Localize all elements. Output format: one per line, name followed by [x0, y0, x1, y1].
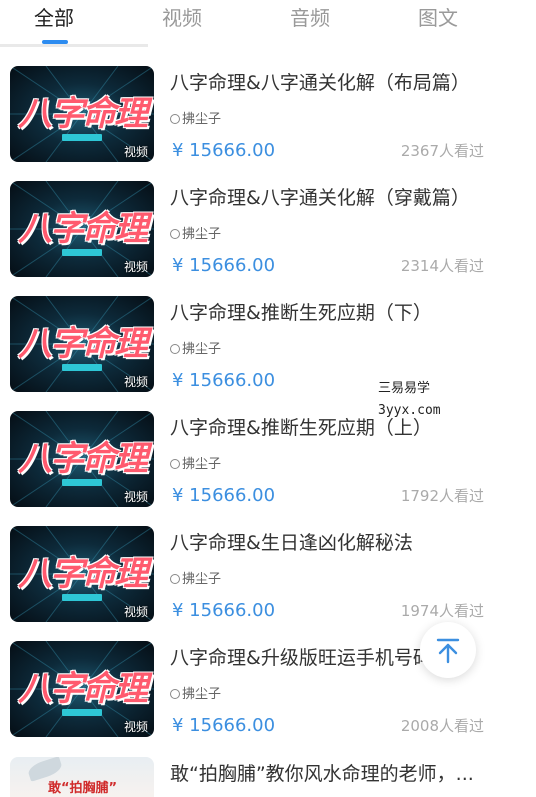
list-item[interactable]: 八字命理 视频 八字命理&八字通关化解（穿戴篇） 拂尘子 ¥ 15666.00 …: [0, 181, 536, 296]
thumbnail-subtitle-bar: [62, 364, 102, 371]
person-icon: [170, 229, 180, 239]
view-count: 2314人看过: [400, 257, 484, 275]
author: 拂尘子: [170, 568, 221, 587]
arrow-up-to-line-icon: [436, 638, 460, 664]
author-name: 拂尘子: [182, 342, 222, 357]
person-icon: [170, 459, 180, 469]
thumbnail-subtitle-bar: [62, 479, 102, 486]
thumbnail-title: 八字命理: [18, 554, 148, 594]
thumbnail-title: 敢“拍胸脯”: [48, 781, 118, 796]
tab-video[interactable]: 视频: [162, 2, 202, 31]
thumbnail-title: 八字命理: [18, 209, 148, 249]
course-thumbnail[interactable]: 八字命理 视频: [10, 66, 154, 162]
video-badge: 视频: [123, 605, 148, 619]
course-thumbnail[interactable]: 八字命理 视频: [10, 641, 154, 737]
author-name: 拂尘子: [182, 227, 222, 242]
course-thumbnail[interactable]: 八字命理 视频: [10, 411, 154, 507]
course-title[interactable]: 八字命理&八字通关化解（穿戴篇）: [170, 183, 470, 210]
tab-article[interactable]: 图文: [418, 2, 458, 31]
tab-bar: 全部 视频 音频 图文: [0, 0, 536, 46]
course-thumbnail[interactable]: 八字命理 视频: [10, 181, 154, 277]
author-name: 拂尘子: [182, 687, 222, 702]
view-count: 2367人看过: [400, 142, 484, 160]
video-badge: 视频: [123, 260, 148, 274]
tab-audio[interactable]: 音频: [290, 2, 330, 31]
author: 拂尘子: [170, 683, 221, 702]
watermark-line1: 三易易学: [378, 381, 431, 396]
thumbnail-subtitle-bar: [62, 134, 102, 141]
list-item[interactable]: 八字命理 视频 八字命理&推断生死应期（下） 拂尘子 ¥ 15666.00: [0, 296, 536, 411]
list-item[interactable]: 敢“拍胸脯” 敢“拍胸脯”教你风水命理的老师，...: [0, 757, 536, 797]
watermark-line2: 3yyx.com: [378, 403, 441, 418]
view-count: 1792人看过: [400, 487, 484, 505]
price: ¥ 15666.00: [172, 600, 276, 621]
price: ¥ 15666.00: [172, 370, 276, 391]
video-badge: 视频: [123, 490, 148, 504]
thumbnail-title: 八字命理: [18, 94, 148, 134]
list-item[interactable]: 八字命理 视频 八字命理&推断生死应期（上） 拂尘子 ¥ 15666.00 17…: [0, 411, 536, 526]
video-badge: 视频: [123, 720, 148, 734]
course-title[interactable]: 八字命理&升级版旺运手机号码: [170, 643, 432, 670]
author-name: 拂尘子: [182, 112, 222, 127]
person-icon: [170, 689, 180, 699]
thumbnail-title: 八字命理: [18, 324, 148, 364]
course-title[interactable]: 敢“拍胸脯”教你风水命理的老师，...: [170, 759, 474, 786]
watermark: 三易易学 3yyx.com: [378, 378, 441, 422]
person-icon: [170, 574, 180, 584]
course-thumbnail[interactable]: 敢“拍胸脯”: [10, 757, 154, 797]
author: 拂尘子: [170, 338, 221, 357]
author-name: 拂尘子: [182, 572, 222, 587]
price: ¥ 15666.00: [172, 140, 276, 161]
video-badge: 视频: [123, 145, 148, 159]
view-count: 2008人看过: [400, 717, 484, 735]
author: 拂尘子: [170, 223, 221, 242]
course-title[interactable]: 八字命理&推断生死应期（下）: [170, 298, 432, 325]
thumbnail-subtitle-bar: [62, 249, 102, 256]
price: ¥ 15666.00: [172, 715, 276, 736]
course-thumbnail[interactable]: 八字命理 视频: [10, 526, 154, 622]
view-count: 1974人看过: [400, 602, 484, 620]
author-name: 拂尘子: [182, 457, 222, 472]
price: ¥ 15666.00: [172, 485, 276, 506]
person-icon: [170, 114, 180, 124]
list-item[interactable]: 八字命理 视频 八字命理&八字通关化解（布局篇） 拂尘子 ¥ 15666.00 …: [0, 66, 536, 181]
video-badge: 视频: [123, 375, 148, 389]
thumbnail-title: 八字命理: [18, 669, 148, 709]
thumbnail-subtitle-bar: [62, 709, 102, 716]
course-title[interactable]: 八字命理&生日逢凶化解秘法: [170, 528, 413, 555]
person-icon: [170, 344, 180, 354]
author: 拂尘子: [170, 108, 221, 127]
course-title[interactable]: 八字命理&八字通关化解（布局篇）: [170, 68, 470, 95]
thumbnail-title: 八字命理: [18, 439, 148, 479]
price: ¥ 15666.00: [172, 255, 276, 276]
thumbnail-subtitle-bar: [62, 594, 102, 601]
previous-item-edge: [0, 44, 148, 47]
course-thumbnail[interactable]: 八字命理 视频: [10, 296, 154, 392]
back-to-top-button[interactable]: [420, 622, 476, 678]
author: 拂尘子: [170, 453, 221, 472]
tab-all[interactable]: 全部: [34, 2, 74, 31]
